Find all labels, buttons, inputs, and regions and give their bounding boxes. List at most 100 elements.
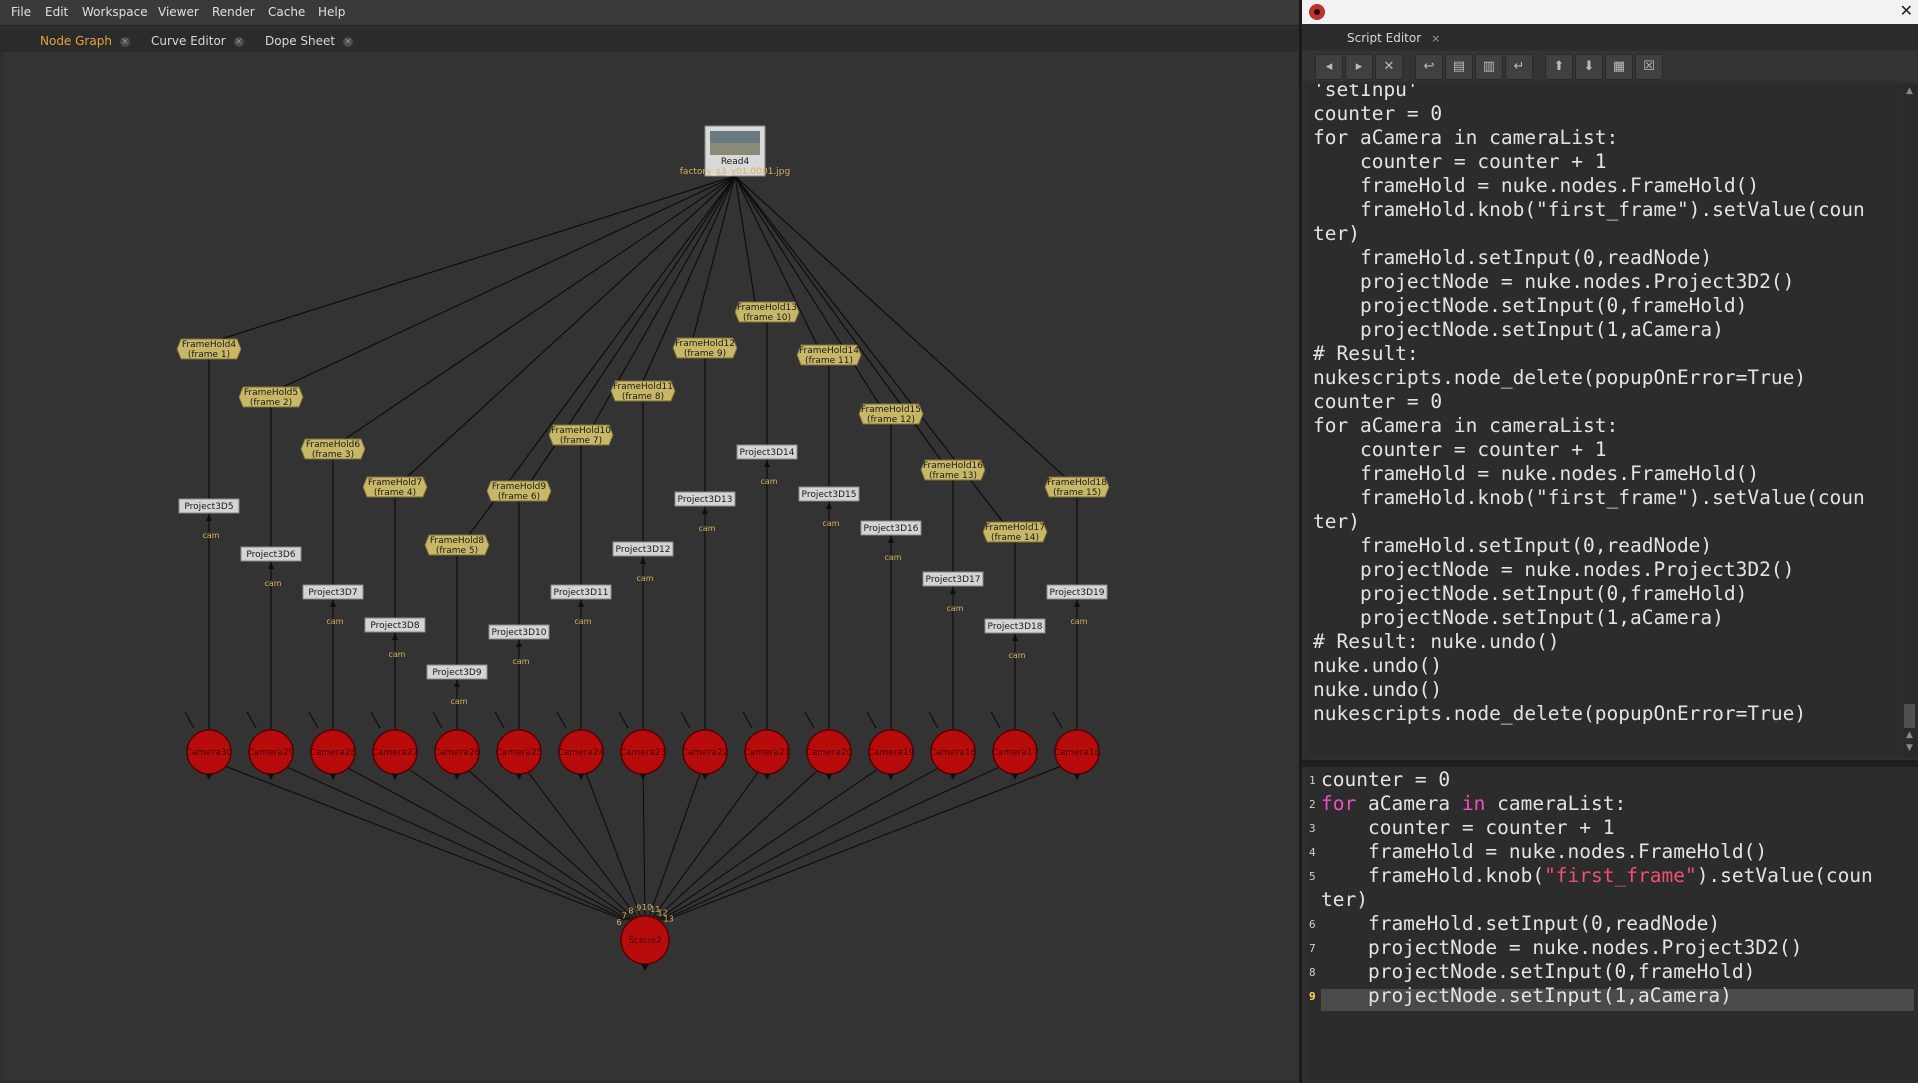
code-token: frameHold.setInput(0,readNode)	[1321, 912, 1721, 935]
menu-cache[interactable]: Cache	[268, 5, 305, 19]
code-line: for aCamera in cameraList:	[1321, 792, 1626, 815]
output-line: frameHold.setInput(0,readNode)	[1313, 534, 1713, 557]
output-line: ter)	[1313, 510, 1360, 533]
framehold-name: FrameHold18	[1047, 478, 1107, 488]
code-token: ter)	[1321, 888, 1368, 911]
edge-read-to-framehold	[220, 175, 736, 340]
framehold-frame: (frame 9)	[684, 349, 726, 359]
tab-label: Node Graph	[40, 34, 112, 48]
cam-input-label: cam	[264, 579, 281, 588]
menu-edit[interactable]: Edit	[45, 5, 68, 19]
camera-name: Camera29	[248, 748, 295, 758]
output-line: frameHold.knob("first_frame").setValue(c…	[1313, 198, 1865, 221]
output-line: # Result:	[1313, 342, 1419, 365]
scene-input-label: 13	[664, 915, 674, 924]
project3d-name: Project3D13	[678, 495, 733, 505]
read-node-name: Read4	[721, 157, 750, 167]
edge-camera-to-scene	[662, 759, 1016, 921]
code-token: ).setValue(coun	[1696, 864, 1873, 887]
scroll-down-icon[interactable]: ▼	[1904, 743, 1915, 755]
tab-curve-editor[interactable]: Curve Editor ×	[151, 31, 244, 51]
tab-label: Script Editor	[1347, 31, 1422, 45]
framehold-name: FrameHold9	[492, 482, 547, 492]
close-window-icon[interactable]: ✕	[1900, 1, 1913, 20]
menu-render[interactable]: Render	[212, 5, 255, 19]
project3d-name: Project3D12	[616, 545, 671, 555]
save-script-icon[interactable]: ▥	[1475, 54, 1503, 80]
framehold-name: FrameHold10	[551, 426, 611, 436]
project3d-name: Project3D9	[432, 668, 481, 678]
camera-name: Camera19	[868, 748, 915, 758]
edge-read-to-framehold	[282, 175, 736, 388]
run-script-icon[interactable]: ↵	[1505, 54, 1533, 80]
cam-input-label: cam	[822, 519, 839, 528]
show-input-only-icon[interactable]: ⬆	[1545, 54, 1573, 80]
output-scrollbar[interactable]: ▲ ▲ ▼	[1902, 84, 1917, 758]
cam-input-label: cam	[636, 574, 653, 583]
menu-viewer[interactable]: Viewer	[158, 5, 199, 19]
clear-history-icon[interactable]: ✕	[1375, 54, 1403, 80]
edge-read-to-framehold	[734, 175, 1066, 478]
menu-help[interactable]: Help	[318, 5, 345, 19]
code-line: frameHold = nuke.nodes.FrameHold()	[1321, 840, 1767, 863]
script-output-pane[interactable]: 'setInpu' counter = 0 for aCamera in camer…	[1306, 84, 1901, 758]
framehold-name: FrameHold5	[244, 388, 298, 398]
script-editor-toolbar: ◂ ▸ ✕ ↩ ▤ ▥ ↵ ⬆ ⬇ ▦ ☒	[1302, 51, 1918, 81]
close-icon[interactable]: ×	[119, 36, 130, 47]
show-both-icon[interactable]: ▦	[1605, 54, 1633, 80]
camera-name: Camera16	[1054, 748, 1101, 758]
script-input-pane[interactable]: 1 2 3 4 5 6 7 8 9 counter = 0 for aCamera in camer…	[1306, 768, 1918, 1083]
camera-output-arrow	[454, 774, 460, 780]
node-graph-canvas[interactable]: cam cam cam cam cam cam cam cam cam cam cam cam cam c…	[4, 52, 1298, 1080]
next-script-icon[interactable]: ▸	[1345, 54, 1373, 80]
clear-output-icon[interactable]: ☒	[1635, 54, 1663, 80]
code-line: counter = 0	[1321, 768, 1450, 791]
edge-camera-to-scene	[518, 759, 640, 921]
menu-workspace[interactable]: Workspace	[82, 5, 148, 19]
scroll-up-icon[interactable]: ▲	[1904, 86, 1915, 98]
code-line: counter = counter + 1	[1321, 816, 1615, 839]
code-line: projectNode.setInput(1,aCamera)	[1321, 984, 1732, 1007]
load-script-icon[interactable]: ▤	[1445, 54, 1473, 80]
tab-node-graph[interactable]: Node Graph ×	[40, 31, 130, 51]
framehold-name: FrameHold15	[861, 405, 921, 415]
nuke-main-window: File Edit Workspace Viewer Render Cache …	[0, 0, 1299, 1083]
output-line: frameHold.setInput(0,readNode)	[1313, 246, 1713, 269]
output-line: nuke.undo()	[1313, 654, 1443, 677]
tab-dope-sheet[interactable]: Dope Sheet ×	[265, 31, 354, 51]
menu-file[interactable]: File	[11, 5, 31, 19]
camera-name: Camera26	[434, 748, 481, 758]
camera-input-stub	[618, 711, 629, 729]
project3d-name: Project3D14	[740, 448, 795, 458]
code-line: projectNode.setInput(0,frameHold)	[1321, 960, 1755, 983]
close-icon[interactable]: ×	[343, 36, 354, 47]
scene-input-label: 8	[628, 907, 633, 916]
project3d-name: Project3D10	[492, 628, 547, 638]
project3d-name: Project3D11	[554, 588, 609, 598]
project3d-name: Project3D6	[246, 550, 295, 560]
show-output-only-icon[interactable]: ⬇	[1575, 54, 1603, 80]
camera-output-arrow	[640, 774, 646, 780]
tab-label: Curve Editor	[151, 34, 226, 48]
line-number: 4	[1309, 846, 1316, 859]
framehold-name: FrameHold7	[368, 478, 422, 488]
code-token: frameHold = nuke.nodes.FrameHold()	[1321, 840, 1768, 863]
close-icon[interactable]: ×	[233, 36, 244, 47]
output-line: projectNode.setInput(0,frameHold)	[1313, 294, 1748, 317]
scrollbar-thumb[interactable]	[1904, 704, 1915, 728]
close-icon[interactable]: ×	[1431, 29, 1440, 49]
camera-output-arrow	[1012, 774, 1018, 780]
script-editor-tab-bar: Script Editor ×	[1302, 25, 1918, 70]
framehold-frame: (frame 10)	[743, 313, 791, 323]
previous-script-icon[interactable]: ◂	[1315, 54, 1343, 80]
line-number: 9	[1309, 990, 1316, 1003]
camera-name: Camera24	[558, 748, 605, 758]
pane-splitter[interactable]	[1302, 760, 1918, 767]
source-script-icon[interactable]: ↩	[1415, 54, 1443, 80]
framehold-frame: (frame 14)	[991, 533, 1039, 543]
tab-script-editor[interactable]: Script Editor ×	[1347, 28, 1440, 49]
framehold-frame: (frame 11)	[805, 356, 853, 366]
camera-input-stub	[1052, 711, 1063, 729]
arrow-head	[1074, 600, 1080, 607]
scroll-up-icon[interactable]: ▲	[1904, 730, 1915, 742]
